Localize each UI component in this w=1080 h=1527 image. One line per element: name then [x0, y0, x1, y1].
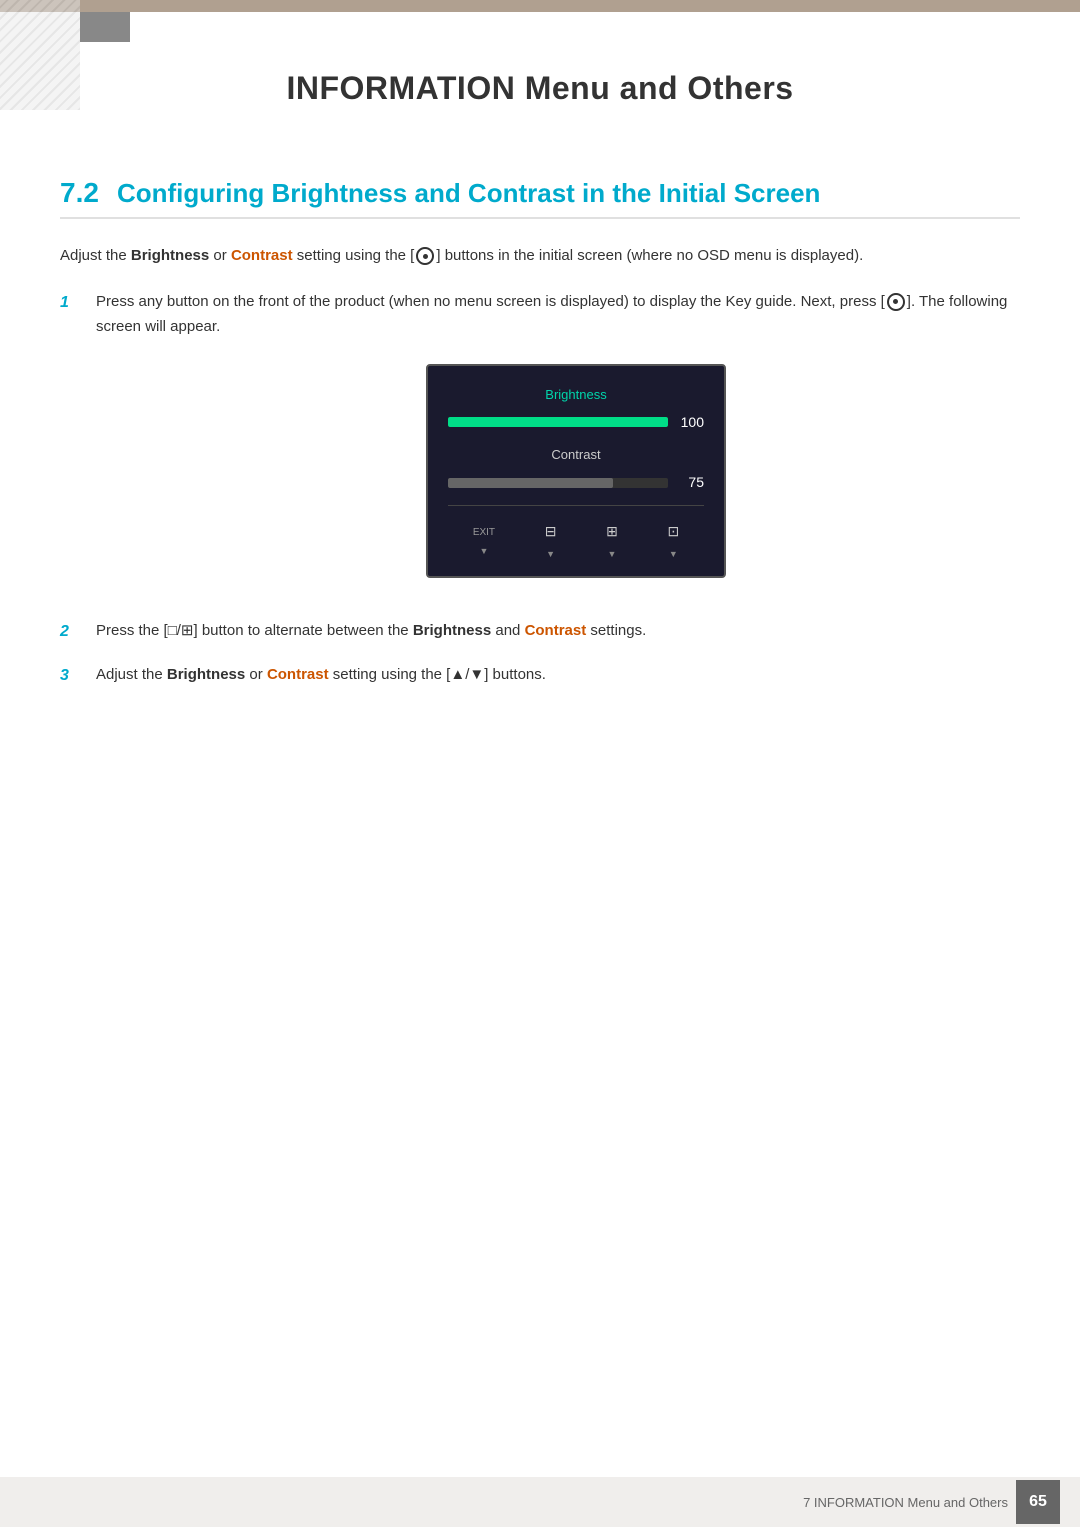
step-1-text-part1: Press any button on the front of the pro… [96, 293, 885, 310]
step-2-text-part3: settings. [586, 622, 646, 639]
step-3-text-part3: setting using the [▲/▼] buttons. [329, 666, 546, 683]
top-stripe [0, 0, 1080, 12]
step-2-text-part2: and [491, 622, 524, 639]
step-3-text-part1: Adjust the [96, 666, 167, 683]
section-number: 7.2 [60, 177, 99, 209]
step-3-text: Adjust the Brightness or Contrast settin… [96, 662, 1020, 688]
intro-part3: setting using the [ [293, 247, 415, 264]
osd-btn1-icon: ⊟ [545, 520, 557, 544]
osd-footer: EXIT ▼ ⊟ ▼ ⊞ ▼ [448, 516, 704, 562]
page-content: INFORMATION Menu and Others 7.2 Configur… [0, 0, 1080, 785]
osd-btn2-arrow: ▼ [607, 547, 616, 562]
osd-btn1-item: ⊟ ▼ [545, 520, 557, 562]
step-3-text-part2: or [245, 666, 267, 683]
osd-brightness-value: 100 [676, 411, 704, 435]
osd-btn3-icon: ⊡ [667, 520, 679, 544]
intro-paragraph: Adjust the Brightness or Contrast settin… [60, 243, 1020, 269]
osd-contrast-value: 75 [676, 471, 704, 495]
step-3-number: 3 [60, 662, 80, 689]
step-2-brightness: Brightness [413, 622, 491, 639]
step-2-text: Press the [□/⊞] button to alternate betw… [96, 618, 1020, 644]
left-pattern [0, 0, 80, 110]
osd-brightness-label: Brightness [448, 384, 704, 406]
osd-btn2-icon: ⊞ [606, 520, 618, 544]
section-title: Configuring Brightness and Contrast in t… [117, 178, 821, 209]
intro-part1: Adjust the [60, 247, 131, 264]
osd-brightness-fill [448, 417, 668, 427]
steps-list: 1 Press any button on the front of the p… [60, 289, 1020, 689]
osd-exit-item: EXIT ▼ [473, 524, 495, 559]
main-title: INFORMATION Menu and Others [60, 30, 1020, 137]
osd-btn3-arrow: ▼ [669, 547, 678, 562]
osd-contrast-fill [448, 478, 613, 488]
intro-brightness: Brightness [131, 247, 209, 264]
step-2-text-part1: Press the [□/⊞] button to alternate betw… [96, 622, 413, 639]
step-3-contrast: Contrast [267, 666, 329, 683]
step-1-number: 1 [60, 289, 80, 316]
osd-exit-arrow: ▼ [479, 544, 488, 559]
osd-divider [448, 505, 704, 506]
left-pattern-block [80, 12, 130, 42]
step-3: 3 Adjust the Brightness or Contrast sett… [60, 662, 1020, 689]
circle-dot-icon-2 [887, 293, 905, 311]
osd-contrast-row: Contrast 75 [448, 444, 704, 495]
step-2-contrast: Contrast [525, 622, 587, 639]
intro-contrast: Contrast [231, 247, 293, 264]
osd-brightness-track [448, 417, 668, 427]
osd-btn3-item: ⊡ ▼ [667, 520, 679, 562]
osd-btn2-item: ⊞ ▼ [606, 520, 618, 562]
intro-part4: ] buttons in the initial screen (where n… [436, 247, 863, 264]
osd-btn1-arrow: ▼ [546, 547, 555, 562]
osd-contrast-track [448, 478, 668, 488]
osd-contrast-label: Contrast [448, 444, 704, 466]
intro-part2: or [209, 247, 231, 264]
step-3-brightness: Brightness [167, 666, 245, 683]
step-1: 1 Press any button on the front of the p… [60, 289, 1020, 603]
step-1-text: Press any button on the front of the pro… [96, 289, 1020, 603]
section-heading: 7.2 Configuring Brightness and Contrast … [60, 177, 1020, 219]
circle-dot-icon [416, 247, 434, 265]
footer-text: 7 INFORMATION Menu and Others [803, 1495, 1008, 1510]
footer-page-number: 65 [1016, 1480, 1060, 1524]
page-footer: 7 INFORMATION Menu and Others 65 [0, 1477, 1080, 1527]
osd-screen: Brightness 100 Contrast [426, 364, 726, 579]
osd-container: Brightness 100 Contrast [132, 364, 1020, 579]
osd-brightness-row: Brightness 100 [448, 384, 704, 435]
osd-exit-label: EXIT [473, 524, 495, 541]
osd-brightness-bar-row: 100 [448, 411, 704, 435]
osd-contrast-bar-row: 75 [448, 471, 704, 495]
step-2-number: 2 [60, 618, 80, 645]
step-2: 2 Press the [□/⊞] button to alternate be… [60, 618, 1020, 645]
